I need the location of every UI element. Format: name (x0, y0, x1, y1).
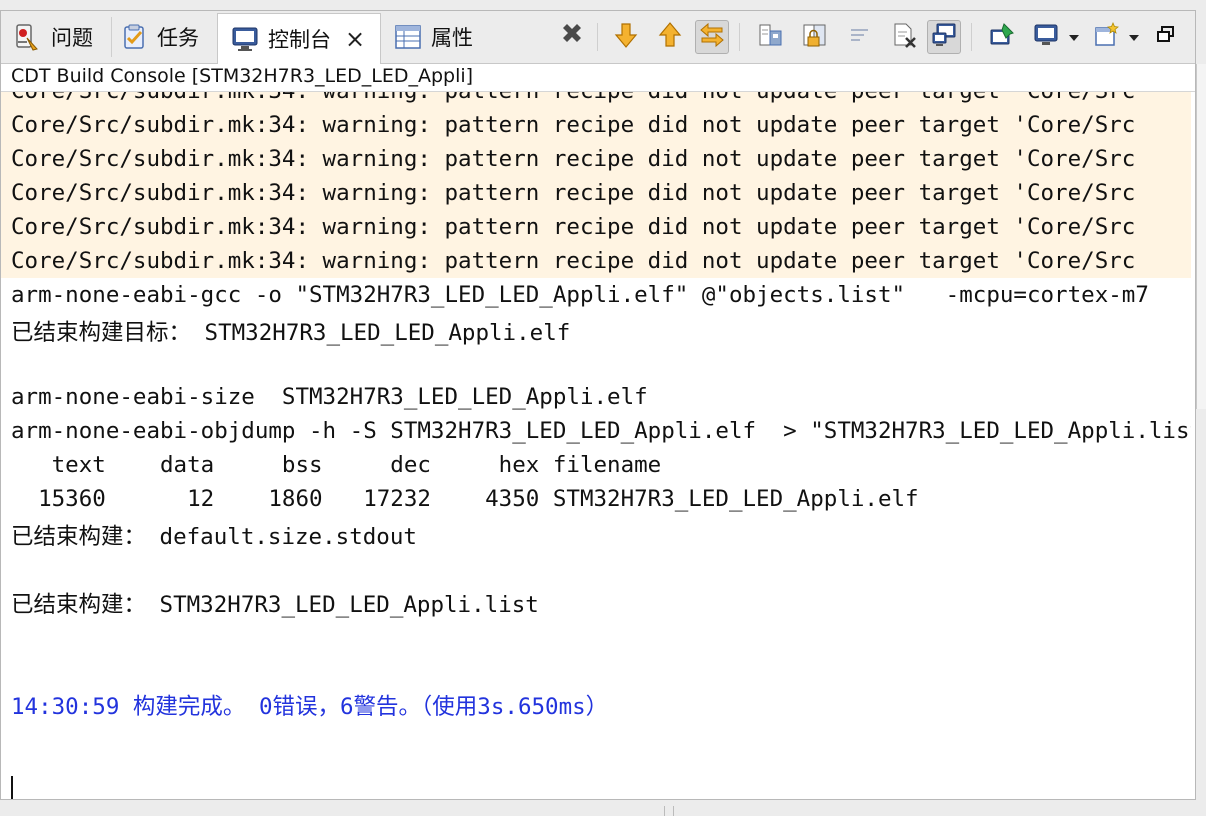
arrow-down-icon (612, 21, 640, 53)
new-console-icon (1092, 21, 1120, 53)
console-title: CDT Build Console [STM32H7R3_LED_LED_App… (11, 65, 474, 87)
properties-icon (393, 22, 423, 52)
tab-problems[interactable]: 问题 (1, 13, 111, 61)
console-output[interactable]: Core/Src/subdir.mk:34: warning: pattern … (1, 92, 1191, 799)
remove-terminated-button[interactable] (887, 20, 921, 54)
console-line: arm-none-eabi-gcc -o "STM32H7R3_LED_LED_… (11, 282, 1149, 308)
scroll-down-button[interactable] (609, 20, 643, 54)
console-view: 问题 任务 控制台 × 属性 CDT Build Console [STM32H… (0, 10, 1196, 800)
tab-console[interactable]: 控制台 × (217, 13, 381, 64)
chevron-down-icon[interactable] (1069, 35, 1079, 41)
console-line: Core/Src/subdir.mk:34: warning: pattern … (1, 142, 1191, 176)
lock-console-button[interactable] (797, 20, 831, 54)
clear-console-icon (558, 21, 586, 53)
tasks-icon (119, 22, 149, 52)
tab-label: 属性 (431, 26, 473, 50)
show-console-button[interactable] (927, 20, 961, 54)
text-cursor (11, 776, 13, 799)
close-icon[interactable]: × (345, 25, 365, 53)
clear-console-button[interactable] (555, 20, 589, 54)
tab-label: 控制台 (268, 28, 331, 52)
lock-icon (800, 21, 828, 53)
console-line: 已结束构建： default.size.stdout (11, 524, 417, 550)
tab-label: 问题 (51, 26, 93, 50)
display-console-icon (1032, 21, 1060, 53)
console-line: 已结束构建目标： STM32H7R3_LED_LED_Appli.elf (11, 320, 571, 346)
toolbar-separator (971, 23, 972, 51)
save-console-button[interactable] (753, 20, 787, 54)
word-wrap-button[interactable] (843, 20, 877, 54)
console-line: Core/Src/subdir.mk:34: warning: pattern … (1, 176, 1191, 210)
toolbar-separator (597, 23, 598, 51)
console-line: arm-none-eabi-size STM32H7R3_LED_LED_App… (11, 384, 648, 410)
toolbar-separator (739, 23, 740, 51)
display-selected-console-button[interactable] (1029, 20, 1063, 54)
pin-console-button[interactable] (985, 20, 1019, 54)
word-wrap-icon (846, 21, 874, 53)
chevron-down-icon[interactable] (1129, 35, 1139, 41)
remove-document-icon (890, 21, 918, 53)
link-arrows-icon (698, 21, 726, 53)
console-line: text data bss dec hex filename (11, 452, 662, 478)
tab-properties[interactable]: 属性 (381, 13, 501, 61)
problems-icon (13, 22, 43, 52)
scroll-up-button[interactable] (653, 20, 687, 54)
tab-tasks[interactable]: 任务 (107, 13, 219, 61)
build-complete-line: 14:30:59 构建完成。 0错误，6警告。（使用3s.650ms） (11, 694, 609, 720)
console-line: Core/Src/subdir.mk:34: warning: pattern … (1, 92, 1191, 108)
maximize-button[interactable] (1149, 20, 1183, 54)
console-line: Core/Src/subdir.mk:34: warning: pattern … (1, 244, 1191, 278)
link-with-editor-button[interactable] (695, 20, 729, 54)
resize-grip[interactable] (664, 806, 674, 816)
console-icon (230, 24, 260, 54)
view-tab-bar: 问题 任务 控制台 × 属性 (1, 11, 1195, 64)
side-scrollbar[interactable] (1196, 64, 1206, 409)
console-line: Core/Src/subdir.mk:34: warning: pattern … (1, 210, 1191, 244)
pin-icon (988, 21, 1016, 53)
restore-window-icon (1155, 24, 1177, 50)
arrow-up-icon (656, 21, 684, 53)
console-line: Core/Src/subdir.mk:34: warning: pattern … (1, 108, 1191, 142)
tab-label: 任务 (157, 26, 199, 50)
console-line: 已结束构建： STM32H7R3_LED_LED_Appli.list (11, 592, 539, 618)
console-line: 15360 12 1860 17232 4350 STM32H7R3_LED_L… (11, 486, 919, 512)
save-output-icon (756, 21, 784, 53)
console-line: arm-none-eabi-objdump -h -S STM32H7R3_LE… (11, 418, 1191, 444)
open-console-button[interactable] (1089, 20, 1123, 54)
monitor-icon (930, 21, 958, 53)
